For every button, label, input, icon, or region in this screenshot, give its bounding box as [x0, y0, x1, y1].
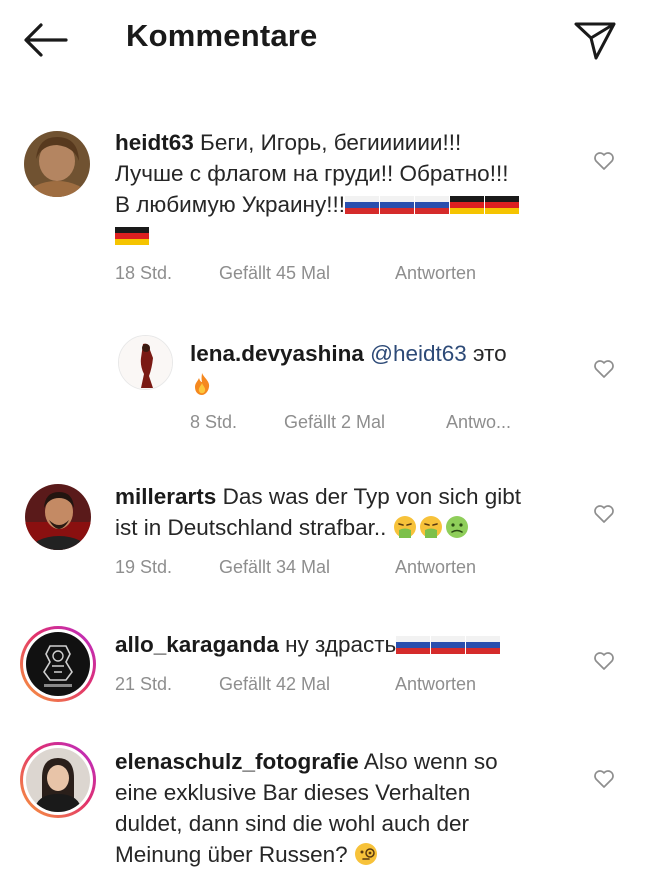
- comment-meta: 19 Std. Gefällt 34 Mal Antworten: [115, 557, 476, 578]
- arrow-left-icon: [24, 23, 68, 57]
- heart-outline-icon[interactable]: [593, 151, 615, 171]
- back-button[interactable]: [22, 22, 68, 58]
- de-flag: [484, 196, 519, 214]
- comment-line: В любимую Украину!!!: [115, 192, 345, 217]
- username[interactable]: allo_karaganda: [115, 632, 279, 657]
- nauseated-face-emoji: [445, 516, 468, 538]
- username[interactable]: millerarts: [115, 484, 216, 509]
- avatar: [26, 632, 90, 696]
- ru-flag: [431, 636, 466, 654]
- heart-outline-icon[interactable]: [593, 359, 615, 379]
- heart-outline-icon[interactable]: [593, 769, 615, 789]
- comment-line: это: [473, 341, 507, 366]
- username[interactable]: heidt63: [115, 130, 194, 155]
- ru-flag: [379, 196, 414, 214]
- avatar[interactable]: [25, 484, 91, 550]
- ru-flag: [466, 636, 501, 654]
- comment-meta: 8 Std. Gefällt 2 Mal Antwo...: [190, 412, 511, 433]
- heart-outline-icon[interactable]: [593, 651, 615, 671]
- comment-line: duldet, dann sind die wohl auch der: [115, 811, 470, 836]
- heart-outline-icon[interactable]: [593, 504, 615, 524]
- timestamp: 19 Std.: [115, 557, 173, 577]
- comment-line: eine exklusive Bar dieses Verhalten: [115, 780, 471, 805]
- comment-text: allo_karaganda ну здрасть: [115, 629, 575, 660]
- ru-flag: [414, 196, 449, 214]
- story-ring[interactable]: [20, 626, 96, 702]
- vomiting-face-emoji: [393, 516, 416, 538]
- username[interactable]: elenaschulz_fotografie: [115, 749, 359, 774]
- avatar[interactable]: [118, 335, 173, 390]
- comment-text: millerarts Das was der Typ von sich gibt…: [115, 481, 575, 543]
- avatar: [26, 748, 90, 812]
- vomiting-face-emoji: [419, 516, 442, 538]
- face-with-monocle-emoji: [354, 843, 377, 865]
- reply-button[interactable]: Antworten: [395, 557, 476, 578]
- avatar[interactable]: [24, 131, 90, 197]
- ru-flag: [396, 636, 431, 654]
- ru-flag: [344, 196, 379, 214]
- timestamp: 21 Std.: [115, 674, 173, 694]
- comment-meta: 18 Std. Gefällt 45 Mal Antworten: [115, 263, 476, 284]
- share-button[interactable]: [572, 18, 618, 62]
- de-flag: [449, 196, 484, 214]
- comment-line: Лучше с флагом на груди!! Обратно!!!: [115, 161, 509, 186]
- username[interactable]: lena.devyashina: [190, 341, 364, 366]
- page-title: Kommentare: [126, 18, 318, 53]
- comment-line: Das was der Typ von sich gibt: [222, 484, 522, 509]
- timestamp: 18 Std.: [115, 263, 173, 283]
- likes-count[interactable]: Gefällt 42 Mal: [219, 674, 395, 695]
- comment-line: Also wenn so: [363, 749, 498, 774]
- comment-line: Meinung über Russen?: [115, 842, 348, 867]
- comment-text: elenaschulz_fotografie Also wenn so eine…: [115, 746, 555, 870]
- comment-text: heidt63 Беги, Игорь, бегииииии!!! Лучше …: [115, 127, 555, 251]
- comment-text: lena.devyashina @heidt63 это: [190, 338, 550, 400]
- reply-button[interactable]: Antwo...: [446, 412, 511, 433]
- fire-emoji: [195, 373, 210, 395]
- timestamp: 8 Std.: [190, 412, 238, 432]
- reply-button[interactable]: Antworten: [395, 263, 476, 284]
- comment-line: Беги, Игорь, бегииииии!!!: [200, 130, 462, 155]
- comment-meta: 21 Std. Gefällt 42 Mal Antworten: [115, 674, 476, 695]
- de-flag: [115, 227, 149, 245]
- likes-count[interactable]: Gefällt 2 Mal: [284, 412, 446, 433]
- mention-link[interactable]: @heidt63: [370, 341, 467, 366]
- reply-button[interactable]: Antworten: [395, 674, 476, 695]
- likes-count[interactable]: Gefällt 45 Mal: [219, 263, 395, 284]
- comment-line: ну здрасть: [285, 632, 397, 657]
- story-ring[interactable]: [20, 742, 96, 818]
- header: Kommentare: [0, 0, 650, 80]
- paper-plane-icon: [574, 22, 616, 60]
- likes-count[interactable]: Gefällt 34 Mal: [219, 557, 395, 578]
- comment-line: ist in Deutschland strafbar..: [115, 515, 387, 540]
